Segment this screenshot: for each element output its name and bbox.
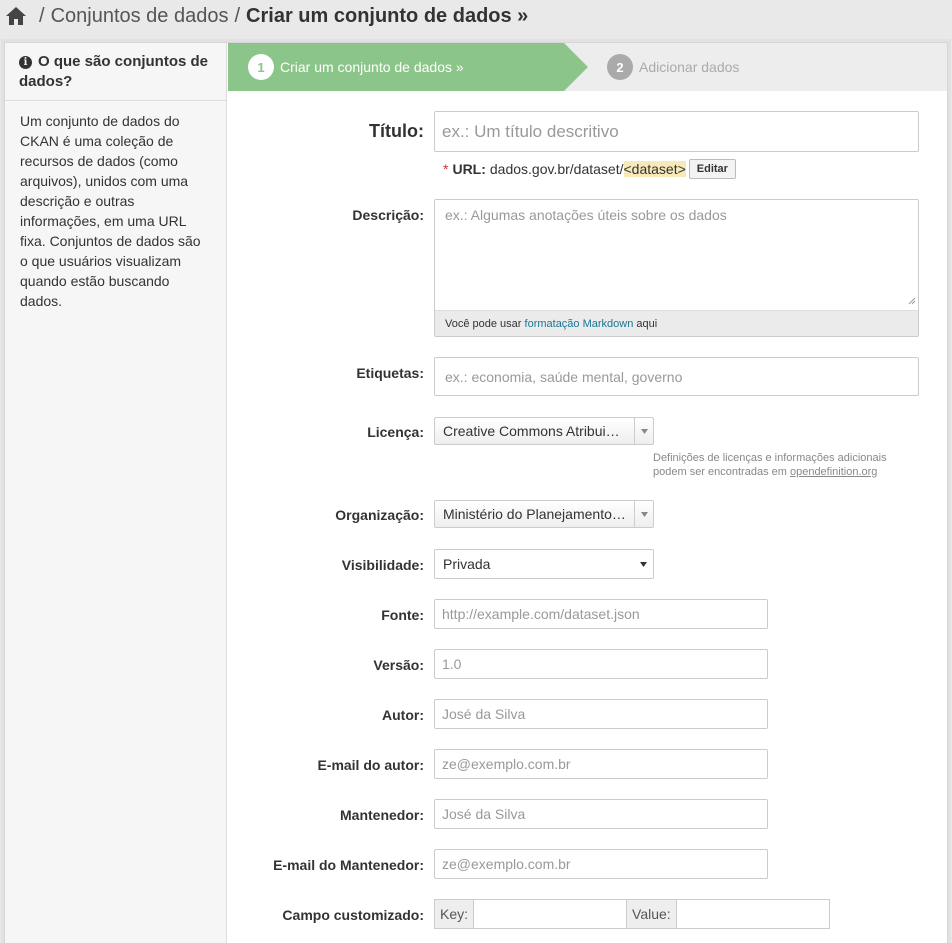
markdown-hint-end: aqui (633, 318, 658, 330)
url-edit-button[interactable]: Editar (688, 159, 736, 179)
chevron-down-icon (640, 562, 647, 567)
breadcrumb-separator: / (234, 4, 241, 27)
markdown-link[interactable]: formatação Markdown (525, 318, 634, 330)
visibility-label: Visibilidade: (341, 557, 424, 573)
maintainer-email-label: E-mail do Mantenedor: (273, 857, 424, 873)
chevron-down-icon (634, 418, 653, 444)
title-label: Título: (369, 121, 424, 141)
version-input[interactable]: 1.0 (434, 649, 768, 679)
organization-value: Ministério do Planejamento… (443, 506, 626, 522)
url-row: * URL: dados.gov.br/dataset/ <dataset> E… (443, 159, 736, 179)
opendefinition-link[interactable]: opendefinition.org (790, 466, 877, 478)
stage-number: 1 (248, 54, 274, 80)
url-slug: <dataset> (623, 161, 686, 177)
sidebar-heading: iO que são conjuntos de dados? (5, 43, 226, 101)
sidebar: iO que são conjuntos de dados? Um conjun… (5, 43, 227, 943)
description-box: ex.: Algumas anotações úteis sobre os da… (434, 199, 919, 337)
maintainer-email-input[interactable]: ze@exemplo.com.br (434, 849, 768, 879)
license-note: Definições de licenças e informações adi… (653, 451, 903, 479)
stage-create[interactable]: 1 Criar um conjunto de dados » (228, 43, 588, 91)
author-input[interactable]: José da Silva (434, 699, 768, 729)
author-email-input[interactable]: ze@exemplo.com.br (434, 749, 768, 779)
chevron-down-icon (634, 501, 653, 527)
breadcrumb-datasets-link[interactable]: Conjuntos de dados (51, 5, 229, 28)
author-email-label: E-mail do autor: (317, 757, 424, 773)
sidebar-heading-text: O que são conjuntos de dados? (19, 53, 209, 90)
license-label: Licença: (367, 424, 424, 440)
visibility-value: Privada (443, 556, 491, 572)
author-label: Autor: (382, 707, 424, 723)
sidebar-description: Um conjunto de dados do CKAN é uma coleç… (20, 113, 201, 309)
main-panel: iO que são conjuntos de dados? Um conjun… (4, 42, 948, 943)
markdown-hint-text: Você pode usar (445, 318, 525, 330)
url-prefix: dados.gov.br/dataset/ (489, 161, 624, 177)
required-marker: * (443, 161, 449, 177)
stage-label: Criar um conjunto de dados » (280, 59, 464, 75)
visibility-select[interactable]: Privada (434, 549, 654, 579)
custom-key-addon: Key: (434, 899, 475, 929)
license-value: Creative Commons Atribui… (443, 423, 620, 439)
description-input[interactable]: ex.: Algumas anotações úteis sobre os da… (435, 200, 918, 310)
source-label: Fonte: (381, 607, 424, 623)
url-label: URL: (452, 161, 486, 177)
custom-field-row: Key: Value: (434, 899, 830, 929)
maintainer-label: Mantenedor: (340, 807, 424, 823)
custom-value-input[interactable] (676, 899, 830, 929)
license-select[interactable]: Creative Commons Atribui… (434, 417, 654, 445)
stage-add-data[interactable]: 2 Adicionar dados (607, 43, 739, 91)
breadcrumb-separator: / (39, 4, 45, 27)
info-icon: i (19, 56, 32, 69)
tags-label: Etiquetas: (356, 365, 424, 381)
description-label: Descrição: (352, 207, 424, 223)
stage-label: Adicionar dados (639, 59, 740, 75)
stage-progress: 1 Criar um conjunto de dados » 2 Adicion… (228, 43, 947, 91)
stage-number: 2 (607, 54, 633, 80)
organization-label: Organização: (335, 507, 424, 523)
version-label: Versão: (373, 657, 424, 673)
title-input[interactable]: ex.: Um título descritivo (434, 111, 919, 152)
markdown-hint: Você pode usar formatação Markdown aqui (435, 310, 918, 336)
breadcrumb-current: Criar um conjunto de dados » (246, 4, 529, 27)
breadcrumb: / Conjuntos de dados / Criar um conjunto… (5, 3, 528, 29)
custom-value-addon: Value: (627, 899, 677, 929)
organization-select[interactable]: Ministério do Planejamento… (434, 500, 654, 528)
resize-handle-icon[interactable] (908, 297, 916, 305)
home-icon[interactable] (5, 6, 27, 26)
custom-key-input[interactable] (474, 899, 628, 929)
maintainer-input[interactable]: José da Silva (434, 799, 768, 829)
form-area: 1 Criar um conjunto de dados » 2 Adicion… (228, 43, 947, 943)
source-input[interactable]: http://example.com/dataset.json (434, 599, 768, 629)
tags-input[interactable]: ex.: economia, saúde mental, governo (434, 357, 919, 396)
custom-field-label: Campo customizado: (282, 907, 424, 923)
